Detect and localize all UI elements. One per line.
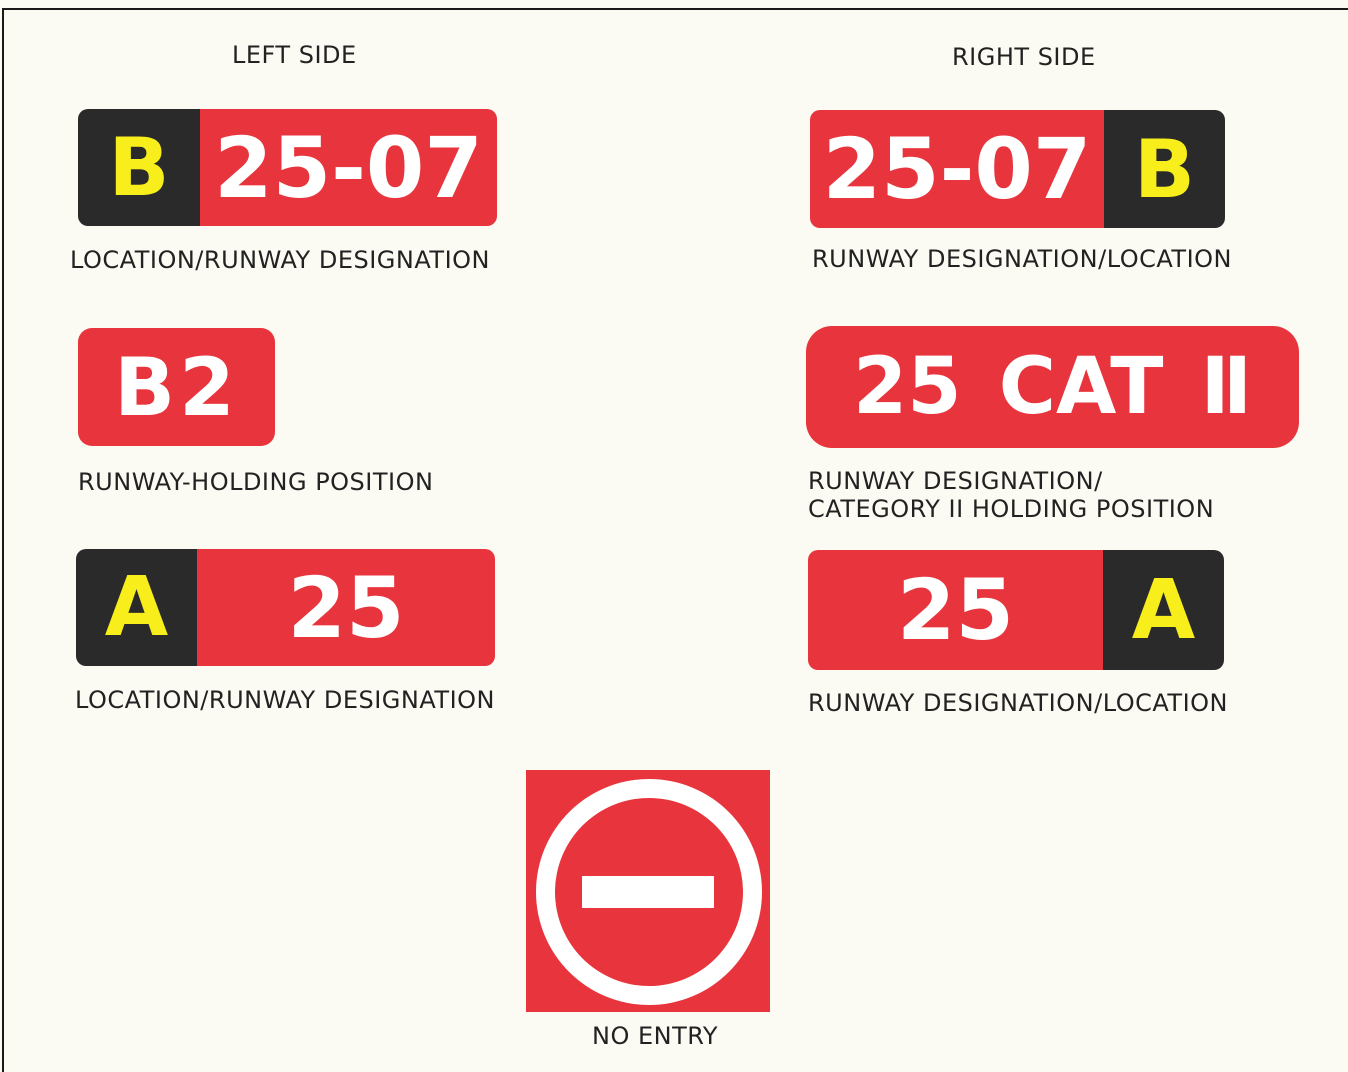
runway-location-sign-a: 25 A <box>808 550 1224 670</box>
category-ii-legend: 25 CAT Ⅱ <box>806 326 1299 448</box>
runway-location-caption-2: RUNWAY DESIGNATION/LOCATION <box>808 689 1228 717</box>
no-entry-caption: NO ENTRY <box>592 1022 719 1050</box>
runway-panel: 25 <box>808 550 1103 670</box>
location-runway-caption: LOCATION/RUNWAY DESIGNATION <box>70 246 490 274</box>
location-runway-caption-2: LOCATION/RUNWAY DESIGNATION <box>75 686 495 714</box>
location-panel: A <box>76 549 197 666</box>
location-runway-sign-a: A 25 <box>76 549 495 666</box>
location-panel: A <box>1103 550 1224 670</box>
runway-panel: 25-07 <box>200 109 497 226</box>
runway-panel: 25 <box>197 549 495 666</box>
right-side-heading: RIGHT SIDE <box>952 43 1096 71</box>
category-ii-caption-line2: CATEGORY II HOLDING POSITION <box>808 495 1215 523</box>
runway-holding-position-sign: B2 <box>78 328 275 446</box>
runway-holding-position-caption: RUNWAY-HOLDING POSITION <box>78 468 434 496</box>
location-runway-sign-b: B 25-07 <box>78 109 497 226</box>
category-ii-caption-line1: RUNWAY DESIGNATION/ <box>808 467 1103 495</box>
holding-position-legend: B2 <box>78 328 275 446</box>
no-entry-sign <box>526 770 770 1012</box>
location-panel: B <box>1104 110 1225 228</box>
runway-panel: 25-07 <box>810 110 1104 228</box>
runway-location-caption: RUNWAY DESIGNATION/LOCATION <box>812 245 1232 273</box>
location-panel: B <box>78 109 200 226</box>
category-ii-holding-sign: 25 CAT Ⅱ <box>806 326 1299 448</box>
no-entry-icon <box>536 779 762 1005</box>
runway-location-sign-b: 25-07 B <box>810 110 1225 228</box>
left-side-heading: LEFT SIDE <box>232 41 357 69</box>
